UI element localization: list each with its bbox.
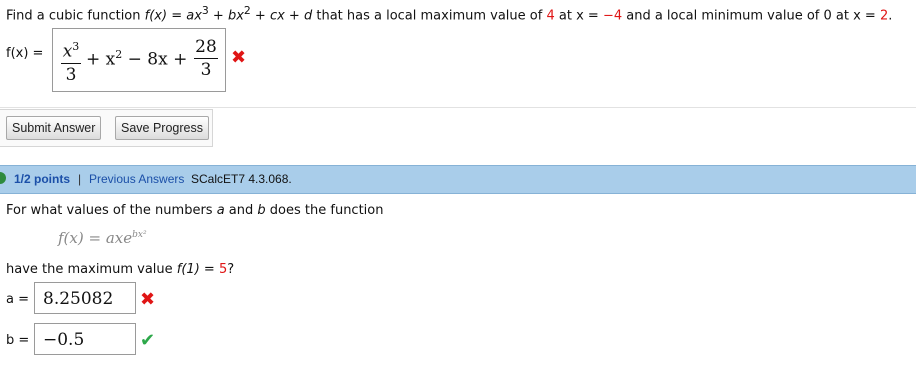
a-input[interactable]: 8.25082 [34, 282, 136, 314]
points-badge: 1/2 points [14, 172, 71, 186]
formula-exponent: bx² [132, 230, 147, 240]
frac1-num: x [62, 41, 73, 62]
q2-tail-end: ? [227, 262, 235, 277]
a-label: a = [6, 292, 29, 307]
q1-min-x: 2 [879, 8, 889, 24]
submit-answer-button[interactable]: Submit Answer [6, 116, 102, 140]
q1-mid3: and a local minimum value of 0 at x = [622, 8, 880, 24]
divider [0, 107, 916, 108]
q2-tail-value: 5 [218, 262, 228, 277]
question-header-bar: 1/2 points | Previous Answers SCalcET7 4… [0, 165, 916, 194]
middle-term: + x [86, 49, 116, 70]
q1-prefix: Find a cubic function [6, 8, 145, 24]
q2-var-a: a [216, 203, 225, 218]
frac1-num-exp: 3 [72, 40, 80, 53]
frac1-den: 3 [65, 64, 77, 85]
correct-check-icon: ✔ [140, 330, 156, 351]
q1-poly-3: + cx + d [250, 8, 313, 24]
middle-exp: 2 [115, 48, 123, 61]
status-dot-icon [0, 172, 6, 184]
incorrect-x-icon: ✖ [231, 47, 247, 68]
q1-mid1: that has a local maximum value of [312, 8, 547, 24]
q2-intro-2: and [224, 203, 258, 218]
q1-poly-1: ax [186, 8, 202, 24]
problem-code: SCalcET7 4.3.068. [191, 172, 292, 186]
frac2-den: 3 [200, 60, 212, 80]
q1-max-x: −4 [602, 8, 623, 24]
q1-max-value: 4 [546, 8, 555, 24]
question-2-tail: have the maximum value f(1) = 5? [6, 262, 234, 277]
fraction-1: x3 3 [61, 37, 81, 85]
incorrect-x-icon-a: ✖ [140, 289, 156, 310]
answer-1-label: f(x) = [6, 46, 44, 61]
middle-term-2: − 8x + [127, 49, 188, 70]
answer-1-middle: + x2 − 8x + [86, 48, 187, 70]
b-input[interactable]: −0.5 [34, 323, 136, 355]
q1-eq: = [167, 8, 187, 24]
previous-answers-link[interactable]: Previous Answers [89, 172, 184, 186]
q2-intro-1: For what values of the numbers [6, 203, 217, 218]
b-label: b = [6, 333, 30, 348]
q2-intro-3: does the function [265, 203, 384, 218]
q1-mid2: at x = [554, 8, 603, 24]
q2-tail-1: have the maximum value [6, 262, 177, 277]
q2-tail-eq: = [199, 262, 219, 277]
question-2-text: For what values of the numbers a and b d… [6, 203, 383, 218]
q1-poly-2: + bx [208, 8, 244, 24]
header-separator: | [78, 172, 82, 186]
q1-exp3: 3 [201, 4, 209, 17]
q1-func-name: f(x) [144, 8, 168, 24]
q2-var-b: b [257, 203, 266, 218]
answer-1-input[interactable]: x3 3 + x2 − 8x + 28 3 [52, 28, 226, 92]
q1-exp2: 2 [243, 4, 251, 17]
save-progress-button[interactable]: Save Progress [115, 116, 209, 140]
q2-tail-func: f(1) [176, 262, 200, 277]
function-formula: f(x) = axebx² [58, 229, 147, 247]
fraction-2: 28 3 [194, 37, 218, 80]
q1-end: . [888, 8, 893, 24]
question-1-text: Find a cubic function f(x) = ax3 + bx2 +… [6, 4, 892, 23]
formula-main: f(x) = axe [58, 229, 133, 247]
frac2-num: 28 [195, 37, 217, 57]
